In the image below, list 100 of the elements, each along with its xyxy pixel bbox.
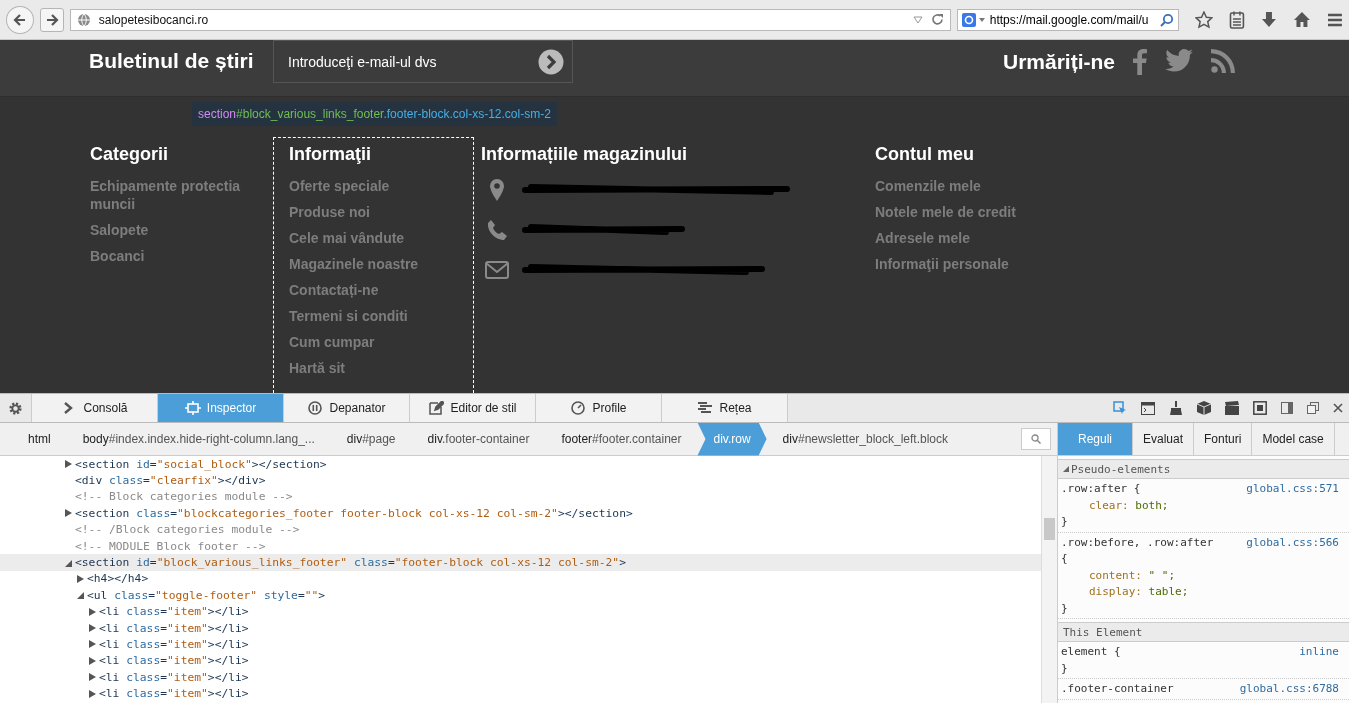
closing-brace: }	[1061, 600, 1068, 617]
devtools-tab[interactable]: Profile	[536, 394, 662, 422]
clock-icon	[570, 401, 587, 415]
search-field[interactable]: https://mail.google.com/mail/u	[956, 8, 1180, 31]
frame-icon[interactable]	[1253, 401, 1267, 415]
close-icon[interactable]	[1333, 403, 1343, 413]
dock-side-icon[interactable]	[1281, 402, 1293, 414]
expander-icon[interactable]	[65, 460, 72, 469]
css-declaration[interactable]: clear: both;	[1089, 497, 1169, 514]
expander-icon[interactable]	[77, 591, 84, 600]
search-button[interactable]	[1021, 428, 1051, 450]
column-heading: Informaţii	[289, 144, 371, 165]
search-icon	[1031, 434, 1041, 444]
source-link[interactable]: global.css:6788	[1239, 681, 1339, 698]
section-header[interactable]: Pseudo-elements	[1058, 459, 1349, 479]
expander-icon[interactable]	[1063, 466, 1069, 472]
download-icon[interactable]	[1261, 10, 1278, 29]
markup-node[interactable]: <li class="item"></li>	[99, 638, 249, 651]
email-field[interactable]: Introduceţi e-mail-ul dvs	[286, 52, 538, 71]
code-comment: <!-- /Block categories module -->	[75, 523, 300, 537]
css-selector: element {	[1061, 644, 1121, 660]
search-icon[interactable]	[1160, 12, 1175, 27]
section-title: This Element	[1063, 625, 1143, 639]
back-arrow-icon	[12, 12, 27, 27]
source-link[interactable]: inline	[1299, 644, 1339, 661]
markup-node[interactable]: <h4></h4>	[87, 572, 149, 586]
source-link[interactable]: global.css:571	[1246, 481, 1339, 498]
source-link[interactable]: global.css:566	[1246, 534, 1339, 551]
sidebar-tab[interactable]: Evaluat	[1133, 423, 1195, 455]
pencil-icon	[428, 401, 445, 415]
facebook-icon[interactable]	[1133, 49, 1147, 75]
bars-icon	[697, 401, 714, 415]
search-engine-icon[interactable]	[961, 12, 986, 27]
section-title: Pseudo-elements	[1071, 462, 1171, 476]
popout-window-icon[interactable]	[1307, 402, 1319, 414]
markup-node[interactable]: <li class="item"></li>	[99, 687, 249, 701]
address-bar[interactable]: salopetesibocanci.ro	[69, 8, 951, 31]
column-heading: Informațiile magazinului	[481, 144, 688, 165]
expander-icon[interactable]	[65, 509, 72, 518]
column-heading: Categorii	[90, 144, 168, 165]
envelope-icon	[485, 261, 509, 279]
code-comment: <!-- MODULE Block footer -->	[75, 539, 266, 553]
scrollbar[interactable]	[1041, 456, 1057, 703]
reading-list-icon[interactable]	[1229, 10, 1246, 29]
markup-node[interactable]: <section id="social_block"></section>	[75, 457, 327, 471]
back-button[interactable]	[6, 5, 34, 34]
sidebar-tab[interactable]: Fonturi	[1194, 423, 1253, 455]
devtools-tab[interactable]: Consolă	[32, 394, 158, 422]
rss-icon[interactable]	[1211, 49, 1235, 73]
devtools-tab[interactable]: Rețea	[662, 394, 788, 422]
markup-node[interactable]: <div class="clearfix"></div>	[75, 474, 266, 488]
markup-node[interactable]: <li class="item"></li>	[99, 621, 249, 635]
clapperboard-icon[interactable]	[1225, 401, 1239, 415]
css-declaration[interactable]: display: table;	[1089, 584, 1189, 601]
column-heading: Contul meu	[875, 144, 974, 165]
pause-icon	[307, 401, 324, 415]
breadcrumb-item[interactable]: div.footer-container	[411, 422, 546, 456]
css-selector: .footer-container	[1061, 681, 1174, 697]
section-header[interactable]: This Element	[1058, 622, 1349, 642]
devtools-tab[interactable]: Depanator	[284, 394, 410, 422]
expander-icon[interactable]	[65, 558, 72, 567]
search-text: https://mail.google.com/mail/u	[989, 12, 1150, 27]
markup-node[interactable]: <section class="blockcategories_footer footer-block col-xs-12 col-sm-2"></section>	[75, 506, 633, 520]
paintbrush-icon[interactable]	[1169, 401, 1183, 415]
sidebar-tab[interactable]: Model case	[1252, 423, 1335, 455]
markup-node[interactable]: <li class="item"></li>	[99, 605, 249, 619]
menu-icon[interactable]	[1327, 12, 1343, 27]
expander-icon[interactable]	[89, 673, 96, 682]
home-icon[interactable]	[1293, 11, 1312, 28]
markup-node[interactable]: <li class="item"></li>	[99, 654, 249, 668]
console-icon[interactable]	[1141, 401, 1155, 415]
expander-icon[interactable]	[89, 607, 96, 616]
css-selector: .row:before, .row:after	[1061, 534, 1214, 551]
expander-icon[interactable]	[89, 640, 96, 649]
twitter-icon[interactable]	[1165, 49, 1193, 72]
element-tooltip: section#block_various_links_footer.footer-block.col-xs-12.col-sm-2	[192, 102, 557, 126]
expander-icon[interactable]	[89, 624, 96, 633]
reload-icon[interactable]	[930, 13, 944, 26]
closing-brace: }	[1061, 514, 1068, 530]
expander-icon[interactable]	[89, 689, 96, 698]
breadcrumb-item[interactable]: div#page	[330, 422, 412, 456]
breadcrumb-item[interactable]: footer#footer.container	[545, 422, 698, 456]
newsletter-title: Buletinul de știri	[89, 49, 255, 73]
forward-button[interactable]	[39, 7, 64, 32]
css-declaration[interactable]: content: " ";	[1089, 567, 1176, 584]
breadcrumb-item[interactable]: html	[12, 422, 67, 456]
closing-brace: }	[1061, 660, 1068, 677]
pick-element-icon[interactable]	[1113, 401, 1127, 415]
newsletter-field[interactable]: Introduceţi e-mail-ul dvs	[273, 40, 573, 83]
url-text: salopetesibocanci.ro	[98, 12, 210, 27]
bookmark-star-icon[interactable]	[1195, 10, 1214, 29]
markup-node[interactable]: <ul class="toggle-footer" style="">	[87, 588, 326, 602]
markup-node[interactable]: <li class="item"></li>	[99, 670, 249, 684]
expander-icon[interactable]	[77, 574, 84, 583]
breadcrumb-item[interactable]: body#index.index.hide-right-column.lang_...	[66, 422, 331, 456]
expander-icon[interactable]	[89, 656, 96, 665]
code-comment: <!-- Block categories module -->	[75, 490, 293, 504]
devtools-tab[interactable]: Editor de stil	[410, 394, 536, 422]
breadcrumb-item[interactable]: div#newsletter_block_left.block	[766, 422, 965, 456]
cube-icon[interactable]	[1197, 401, 1211, 415]
